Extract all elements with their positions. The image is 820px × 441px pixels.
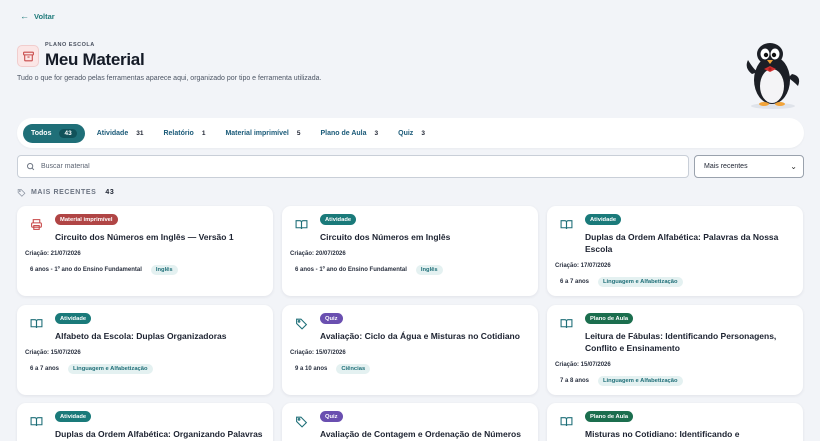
page-title: Meu Material xyxy=(45,50,145,69)
chevron-down-icon: ⌄ xyxy=(790,162,797,171)
tab-count: 43 xyxy=(59,128,77,138)
card-meta: 6 anos - 1º ano do Ensino Fundamental In… xyxy=(30,265,178,275)
tab-count: 1 xyxy=(201,129,206,137)
back-label: Voltar xyxy=(34,12,55,21)
material-card[interactable]: Plano de Aula Misturas no Cotidiano: Ide… xyxy=(547,403,803,441)
material-card[interactable]: Atividade Duplas da Ordem Alfabética: Pa… xyxy=(547,206,803,296)
page-eyebrow: PLANO ESCOLA xyxy=(45,42,95,48)
tab-material-imprimivel[interactable]: Material imprimível 5 xyxy=(217,124,308,143)
material-card[interactable]: Quiz Avaliação: Ciclo da Água e Misturas… xyxy=(282,305,538,395)
tab-label: Plano de Aula xyxy=(320,129,367,137)
book-icon xyxy=(30,417,43,426)
tab-relatorio[interactable]: Relatório 1 xyxy=(155,124,213,143)
card-title: Circuito dos Números em Inglês — Versão … xyxy=(55,232,234,242)
material-card[interactable]: Plano de Aula Leitura de Fábulas: Identi… xyxy=(547,305,803,395)
search-box xyxy=(17,155,689,178)
search-input[interactable] xyxy=(41,163,641,170)
tab-count: 3 xyxy=(374,129,379,137)
age-range: 9 a 10 anos xyxy=(295,366,328,372)
tab-label: Todos xyxy=(31,129,52,137)
sort-selected-value: Mais recentes xyxy=(704,163,748,170)
subject-tag: Inglês xyxy=(150,265,178,275)
material-card[interactable]: Atividade Duplas da Ordem Alfabética: Or… xyxy=(17,403,273,441)
type-badge: Atividade xyxy=(320,214,357,225)
tab-atividade[interactable]: Atividade 31 xyxy=(89,124,152,143)
section-header: MAIS RECENTES 43 xyxy=(17,188,114,197)
section-count: 43 xyxy=(105,189,115,196)
age-range: 6 a 7 anos xyxy=(30,366,60,372)
created-date: Criação: 20/07/2026 xyxy=(290,251,346,257)
card-title: Leitura de Fábulas: Identificando Person… xyxy=(585,331,777,353)
card-title: Alfabeto da Escola: Duplas Organizadoras xyxy=(55,331,227,341)
material-card[interactable]: Atividade Alfabeto da Escola: Duplas Org… xyxy=(17,305,273,395)
arrow-left-icon: ← xyxy=(20,11,29,21)
printer-icon xyxy=(31,219,42,230)
tab-plano-de-aula[interactable]: Plano de Aula 3 xyxy=(312,124,386,143)
type-badge: Quiz xyxy=(320,411,343,422)
book-icon xyxy=(30,319,43,328)
card-title: Duplas da Ordem Alfabética: Palavras da … xyxy=(585,232,779,254)
card-title: Avaliação: Ciclo da Água e Misturas no C… xyxy=(320,331,520,341)
tab-label: Material imprimível xyxy=(225,129,289,137)
tag-icon xyxy=(296,318,308,330)
tab-todos[interactable]: Todos 43 xyxy=(23,123,85,143)
type-badge: Plano de Aula xyxy=(585,411,634,422)
tab-label: Quiz xyxy=(398,129,414,137)
type-badge: Atividade xyxy=(55,411,92,422)
type-badge: Atividade xyxy=(55,313,92,324)
created-date: Criação: 15/07/2026 xyxy=(290,350,346,356)
subject-tag: Ciências xyxy=(336,364,371,374)
section-label: MAIS RECENTES xyxy=(31,189,97,196)
type-badge: Material imprimível xyxy=(55,214,118,225)
card-title: Circuito dos Números em Inglês xyxy=(320,232,451,242)
book-icon xyxy=(560,417,573,426)
subject-tag: Linguagem e Alfabetização xyxy=(598,277,683,287)
tab-label: Atividade xyxy=(96,129,129,137)
tab-count: 31 xyxy=(136,129,144,137)
card-meta: 6 anos - 1º ano do Ensino Fundamental In… xyxy=(295,265,443,275)
card-meta: 6 a 7 anos Linguagem e Alfabetização xyxy=(560,277,683,287)
material-card[interactable]: Atividade Circuito dos Números em Inglês… xyxy=(282,206,538,296)
type-badge: Atividade xyxy=(585,214,622,225)
tag-icon xyxy=(296,416,308,428)
type-badge: Plano de Aula xyxy=(585,313,634,324)
archive-icon xyxy=(17,45,39,67)
created-date: Criação: 17/07/2026 xyxy=(555,263,611,269)
card-meta: 9 a 10 anos Ciências xyxy=(295,364,371,374)
filter-tabs: Todos 43 Atividade 31 Relatório 1 Materi… xyxy=(17,118,804,148)
back-link[interactable]: ← Voltar xyxy=(20,11,55,22)
sort-select[interactable]: Mais recentes ⌄ xyxy=(694,155,804,178)
card-meta: 7 a 8 anos Linguagem e Alfabetização xyxy=(560,376,683,386)
tab-quiz[interactable]: Quiz 3 xyxy=(390,124,433,143)
card-title: Duplas da Ordem Alfabética: Organizando … xyxy=(55,429,263,439)
book-icon xyxy=(295,220,308,229)
card-meta: 6 a 7 anos Linguagem e Alfabetização xyxy=(30,364,153,374)
created-date: Criação: 15/07/2026 xyxy=(25,350,81,356)
tab-label: Relatório xyxy=(163,129,194,137)
age-range: 7 a 8 anos xyxy=(560,378,590,384)
material-card[interactable]: Material imprimível Circuito dos Números… xyxy=(17,206,273,296)
penguin-mascot-icon xyxy=(746,43,800,109)
age-range: 6 a 7 anos xyxy=(560,279,590,285)
book-icon xyxy=(560,220,573,229)
page-subtitle: Tudo o que for gerado pelas ferramentas … xyxy=(17,75,322,82)
card-title: Misturas no Cotidiano: Identificando e C… xyxy=(585,429,740,439)
type-badge: Quiz xyxy=(320,313,343,324)
subject-tag: Inglês xyxy=(415,265,443,275)
material-card[interactable]: Quiz Avaliação de Contagem e Ordenação d… xyxy=(282,403,538,441)
search-icon xyxy=(27,163,35,171)
age-range: 6 anos - 1º ano do Ensino Fundamental xyxy=(295,267,407,273)
age-range: 6 anos - 1º ano do Ensino Fundamental xyxy=(30,267,142,273)
created-date: Criação: 15/07/2026 xyxy=(555,362,611,368)
book-icon xyxy=(560,319,573,328)
subject-tag: Linguagem e Alfabetização xyxy=(598,376,683,386)
card-title: Avaliação de Contagem e Ordenação de Núm… xyxy=(320,429,521,439)
subject-tag: Linguagem e Alfabetização xyxy=(68,364,153,374)
created-date: Criação: 21/07/2026 xyxy=(25,251,81,257)
tab-count: 5 xyxy=(296,129,301,137)
tab-count: 3 xyxy=(421,129,425,137)
tag-icon xyxy=(17,189,26,197)
